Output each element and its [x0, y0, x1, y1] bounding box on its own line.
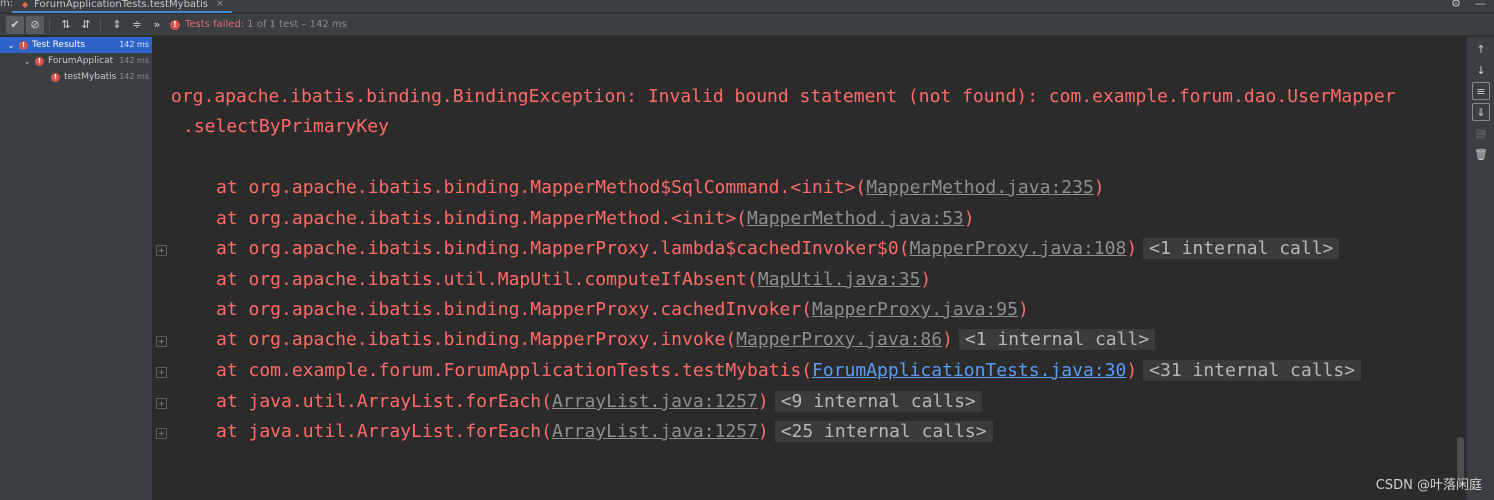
tool-window-actions: ⚙ —: [1451, 0, 1486, 10]
stack-frame-method: at com.example.forum.ForumApplicationTes…: [216, 360, 813, 381]
tree-node-label: Test Results: [32, 40, 86, 50]
sort-alphabetically-button[interactable]: ⇅: [57, 16, 75, 34]
clear-all-button[interactable]: 🗑: [1472, 145, 1490, 163]
sort-duration-icon: ⇵: [81, 18, 91, 31]
internal-calls-fold[interactable]: <1 internal call>: [1143, 238, 1340, 259]
stack-frame-method: at org.apache.ibatis.binding.MapperMetho…: [216, 177, 867, 198]
expand-fold-icon[interactable]: [156, 398, 167, 409]
tree-node-label: testMybatis: [64, 72, 117, 82]
chevron-double-right-icon: »: [153, 18, 161, 31]
expand-fold-icon[interactable]: [156, 428, 167, 439]
test-results-tree: ⌄ ! Test Results 142 ms ⌄ ! ForumApplica…: [0, 37, 153, 500]
console-output[interactable]: org.apache.ibatis.binding.BindingExcepti…: [154, 37, 1466, 500]
stack-frame-method: at org.apache.ibatis.binding.MapperProxy…: [216, 299, 813, 320]
tree-node-duration: 142 ms: [119, 40, 149, 49]
tree-node-test-class[interactable]: ⌄ ! ForumApplicat 142 ms: [0, 53, 152, 69]
test-runner-toolbar: ✔ ⊘ ⇅ ⇵ ⇕ ≑ » ! Tests failed: 1 of 1 tes…: [0, 14, 1494, 36]
expand-fold-icon[interactable]: [156, 367, 167, 378]
internal-calls-fold[interactable]: <31 internal calls>: [1143, 360, 1362, 381]
stack-frame-close: ): [920, 269, 932, 290]
expand-fold-icon[interactable]: [156, 245, 167, 256]
stack-frame-method: at org.apache.ibatis.util.MapUtil.comput…: [216, 269, 758, 290]
stack-frame-close: ): [1126, 238, 1138, 259]
expand-all-button[interactable]: ⇕: [108, 16, 126, 34]
test-status: ! Tests failed: 1 of 1 test – 142 ms: [170, 19, 347, 30]
source-link[interactable]: ForumApplicationTests.java:30: [812, 360, 1126, 381]
tab-test-run[interactable]: ◆ ForumApplicationTests.testMybatis ×: [12, 0, 232, 13]
error-icon: !: [170, 19, 180, 30]
source-link[interactable]: MapperProxy.java:108: [910, 238, 1127, 259]
scroll-to-end-icon: ⇓: [1476, 105, 1486, 119]
tab-title: ForumApplicationTests.testMybatis: [34, 0, 208, 10]
show-ignored-toggle[interactable]: ⊘: [26, 15, 44, 34]
console-actions-bar: ↑ ↓ ≡ ⇓ ▤ 🗑: [1466, 37, 1494, 500]
tree-node-test-results[interactable]: ⌄ ! Test Results 142 ms: [0, 37, 152, 53]
print-button[interactable]: ▤: [1472, 124, 1490, 142]
checkmark-icon: ✔: [10, 18, 20, 31]
exception-message-continuation: .selectByPrimaryKey: [183, 116, 389, 137]
stack-frame-close: ): [1126, 360, 1138, 381]
stack-frame-method: at org.apache.ibatis.binding.MapperProxy…: [216, 238, 910, 259]
sort-alpha-icon: ⇅: [61, 18, 71, 31]
collapse-all-icon: ≑: [132, 18, 142, 31]
source-link[interactable]: MapperMethod.java:235: [866, 177, 1094, 198]
chevron-down-icon[interactable]: ⌄: [22, 57, 32, 66]
expand-all-icon: ⇕: [112, 18, 122, 31]
arrow-up-icon: ↑: [1476, 42, 1486, 56]
chevron-down-icon[interactable]: ⌄: [6, 41, 16, 50]
internal-calls-fold[interactable]: <9 internal calls>: [774, 391, 982, 412]
internal-calls-fold[interactable]: <25 internal calls>: [774, 421, 993, 442]
status-summary: 1 of 1 test – 142 ms: [247, 19, 347, 30]
close-tab-icon[interactable]: ×: [216, 0, 224, 9]
expand-fold-icon[interactable]: [156, 336, 167, 347]
source-link[interactable]: MapperProxy.java:95: [812, 299, 1018, 320]
trash-icon: 🗑: [1474, 147, 1488, 161]
soft-wrap-icon: ≡: [1476, 84, 1486, 98]
tab-strip: m: ◆ ForumApplicationTests.testMybatis ×…: [0, 0, 1494, 13]
more-actions-button[interactable]: »: [148, 16, 166, 34]
tree-node-duration: 142 ms: [119, 72, 149, 81]
stack-frame-close: ): [1017, 299, 1029, 320]
exception-message: org.apache.ibatis.binding.BindingExcepti…: [171, 86, 1396, 107]
collapse-all-button[interactable]: ≑: [128, 16, 146, 34]
source-link[interactable]: ArrayList.java:1257: [552, 421, 758, 442]
scroll-to-end-button[interactable]: ⇓: [1472, 103, 1490, 121]
source-link[interactable]: MapperProxy.java:86: [736, 329, 942, 350]
gear-icon[interactable]: ⚙: [1451, 0, 1461, 10]
arrow-down-icon: ↓: [1476, 63, 1486, 77]
soft-wrap-button[interactable]: ≡: [1472, 82, 1490, 100]
minimize-icon[interactable]: —: [1475, 0, 1486, 10]
tree-node-duration: 142 ms: [119, 56, 149, 65]
failed-icon: !: [35, 56, 44, 66]
stack-frame-close: ): [963, 208, 975, 229]
up-arrow-button[interactable]: ↑: [1472, 40, 1490, 58]
failed-icon: !: [51, 72, 60, 82]
stack-frame-close: ): [757, 421, 769, 442]
show-passed-toggle[interactable]: ✔: [6, 15, 24, 34]
down-arrow-button[interactable]: ↓: [1472, 61, 1490, 79]
source-link[interactable]: ArrayList.java:1257: [552, 391, 758, 412]
source-link[interactable]: MapUtil.java:35: [758, 269, 921, 290]
watermark: CSDN @叶落闲庭: [1375, 478, 1482, 493]
stack-frame-method: at org.apache.ibatis.binding.MapperProxy…: [216, 329, 737, 350]
tree-node-test-method[interactable]: ! testMybatis 142 ms: [0, 69, 152, 85]
stack-frame-method: at org.apache.ibatis.binding.MapperMetho…: [216, 208, 748, 229]
stack-frame-method: at java.util.ArrayList.forEach(: [216, 391, 552, 412]
failed-icon: !: [19, 40, 28, 50]
sort-by-duration-button[interactable]: ⇵: [77, 16, 95, 34]
stack-frame-close: ): [757, 391, 769, 412]
stack-frame-close: ): [942, 329, 953, 350]
tree-node-label: ForumApplicat: [48, 56, 114, 66]
run-config-icon: ◆: [22, 0, 29, 9]
ide-window: m: ◆ ForumApplicationTests.testMybatis ×…: [0, 0, 1494, 500]
stack-frame-close: ): [1093, 177, 1105, 198]
status-failed-label: Tests failed:: [185, 19, 245, 30]
ignored-icon: ⊘: [30, 18, 40, 31]
toolbar-divider: [100, 17, 101, 32]
stack-frame-method: at java.util.ArrayList.forEach(: [216, 421, 552, 442]
internal-calls-fold[interactable]: <1 internal call>: [958, 329, 1156, 350]
printer-icon: ▤: [1475, 126, 1487, 140]
source-link[interactable]: MapperMethod.java:53: [747, 208, 964, 229]
toolbar-divider: [49, 17, 50, 32]
